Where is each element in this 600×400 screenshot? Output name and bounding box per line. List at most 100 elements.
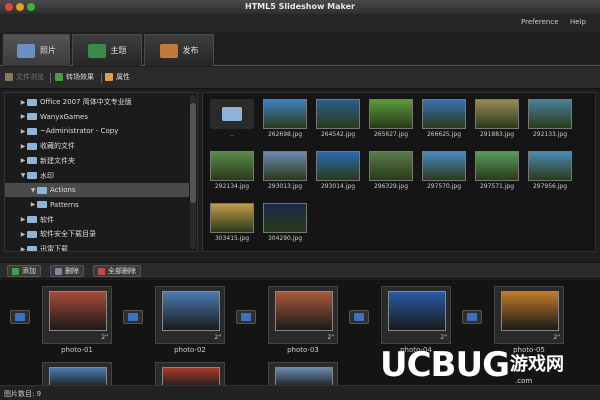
tree-item[interactable]: ▶ Office 2007 简体中文专业版 xyxy=(5,95,189,109)
photo-thumbnail[interactable]: 292133.jpg xyxy=(526,97,574,139)
slide-image xyxy=(275,291,333,331)
tree-item[interactable]: ▶ 迅雷下载 xyxy=(5,242,189,252)
slide-duration[interactable]: 2" xyxy=(214,334,221,341)
expand-arrow-icon[interactable]: ▶ xyxy=(19,143,27,150)
delete-all-button[interactable]: 全部删除 xyxy=(93,265,141,277)
parent-folder-item[interactable]: .. xyxy=(208,97,256,139)
transition-button[interactable] xyxy=(462,310,482,324)
properties-button[interactable]: 属性 xyxy=(105,72,130,82)
browse-files-button[interactable]: 文件浏览 xyxy=(5,72,44,82)
expand-arrow-icon[interactable]: ▶ xyxy=(19,231,27,238)
expand-arrow-icon[interactable]: ▶ xyxy=(29,201,37,208)
folder-icon xyxy=(27,113,37,121)
photo-image xyxy=(263,203,307,233)
photo-thumbnail[interactable]: 303415.jpg xyxy=(208,201,256,243)
storyboard-slide[interactable]: 2" xyxy=(494,286,564,344)
tree-item[interactable]: ▶ WanyxGames xyxy=(5,110,189,124)
photo-image xyxy=(422,99,466,129)
slide-duration[interactable]: 2" xyxy=(327,334,334,341)
tree-item[interactable]: ▶ 新建文件夹 xyxy=(5,154,189,168)
photo-thumbnail[interactable]: 264542.jpg xyxy=(314,97,362,139)
expand-arrow-icon[interactable]: ▶ xyxy=(19,128,27,135)
menu-help[interactable]: Help xyxy=(570,18,586,26)
storyboard-slide[interactable] xyxy=(155,362,225,385)
menu-preference[interactable]: Preference xyxy=(521,18,559,26)
tab-themes[interactable]: 主题 xyxy=(72,34,142,66)
tree-item-label: WanyxGames xyxy=(40,112,88,121)
photo-thumbnail[interactable]: 265627.jpg xyxy=(367,97,415,139)
photo-thumbnail[interactable]: 296329.jpg xyxy=(367,149,415,191)
site-watermark-cn: 游戏网 xyxy=(510,354,564,375)
slide-image xyxy=(162,291,220,331)
status-bar: 图片数目: 9 xyxy=(0,385,600,400)
tab-publish[interactable]: 发布 xyxy=(144,34,214,66)
transition-icon xyxy=(354,313,364,321)
photo-image xyxy=(263,151,307,181)
photo-filename: 296329.jpg xyxy=(373,183,409,190)
photo-filename: 297571.jpg xyxy=(479,183,515,190)
delete-button[interactable]: 删除 xyxy=(50,265,84,277)
tree-item-label: 软件 xyxy=(40,215,54,224)
tree-item-label: 水印 xyxy=(40,171,54,180)
themes-icon xyxy=(87,43,106,58)
storyboard-slide[interactable]: 2" xyxy=(42,286,112,344)
slide-duration[interactable]: 2" xyxy=(101,334,108,341)
photo-thumbnail[interactable]: 266625.jpg xyxy=(420,97,468,139)
photo-thumbnail[interactable]: 297570.jpg xyxy=(420,149,468,191)
tree-scrollbar-thumb[interactable] xyxy=(190,103,196,203)
delete-icon xyxy=(55,267,62,275)
expand-arrow-icon[interactable]: ▶ xyxy=(19,246,27,252)
tree-item[interactable]: ▶ 收藏的文件 xyxy=(5,139,189,153)
transition-button[interactable] xyxy=(10,310,30,324)
transition-button[interactable] xyxy=(236,310,256,324)
photo-thumbnail[interactable]: 297956.jpg xyxy=(526,149,574,191)
tab-label: 照片 xyxy=(40,46,56,55)
storyboard-slide[interactable]: 2" xyxy=(155,286,225,344)
collapse-arrow-icon[interactable]: ▼ xyxy=(29,187,37,194)
add-icon xyxy=(12,267,19,275)
tree-item[interactable]: ▼ 水印 xyxy=(5,169,189,183)
tree-item-label: 新建文件夹 xyxy=(40,156,75,165)
transition-effects-button[interactable]: 转场效果 xyxy=(55,72,94,82)
tab-photos[interactable]: 照片 xyxy=(3,34,70,66)
expand-arrow-icon[interactable]: ▶ xyxy=(19,216,27,223)
tree-item[interactable]: ▼ Actions xyxy=(5,183,189,198)
slide-duration[interactable]: 2" xyxy=(440,334,447,341)
photo-thumbnail[interactable]: 304290.jpg xyxy=(261,201,309,243)
expand-arrow-icon[interactable]: ▶ xyxy=(19,157,27,164)
photo-thumbnail[interactable]: 292134.jpg xyxy=(208,149,256,191)
photo-count: 图片数目: 9 xyxy=(4,390,42,398)
expand-arrow-icon[interactable]: ▶ xyxy=(19,99,27,106)
photo-thumbnail[interactable]: 293013.jpg xyxy=(261,149,309,191)
photo-thumbnail[interactable]: 262698.jpg xyxy=(261,97,309,139)
tree-item-label: Patterns xyxy=(50,200,79,209)
toolbar-divider xyxy=(101,73,102,83)
photo-thumbnail[interactable]: 293014.jpg xyxy=(314,149,362,191)
photo-thumbnail[interactable]: 297571.jpg xyxy=(473,149,521,191)
tree-item[interactable]: ▶ ~Administrator - Copy xyxy=(5,124,189,138)
photo-filename: 304290.jpg xyxy=(267,235,303,242)
photo-image xyxy=(475,99,519,129)
add-button[interactable]: 添加 xyxy=(7,265,41,277)
photo-image xyxy=(528,99,572,129)
transition-button[interactable] xyxy=(123,310,143,324)
tree-item[interactable]: ▶ 软件 xyxy=(5,213,189,227)
storyboard-slide[interactable]: 2" xyxy=(268,286,338,344)
storyboard-slide[interactable] xyxy=(268,362,338,385)
tree-item[interactable]: ▶ Patterns xyxy=(5,198,189,212)
transition-button[interactable] xyxy=(349,310,369,324)
photo-image xyxy=(369,151,413,181)
folder-icon xyxy=(27,216,37,224)
title-bar: HTML5 Slideshow Maker xyxy=(0,0,600,14)
expand-arrow-icon[interactable]: ▶ xyxy=(19,113,27,120)
folder-icon xyxy=(27,172,37,179)
photo-thumbnail[interactable]: 291883.jpg xyxy=(473,97,521,139)
collapse-arrow-icon[interactable]: ▼ xyxy=(19,172,27,179)
photo-filename: 303415.jpg xyxy=(214,235,250,242)
storyboard-slide[interactable]: 2" xyxy=(381,286,451,344)
folder-icon xyxy=(27,157,37,165)
slide-duration[interactable]: 2" xyxy=(553,334,560,341)
storyboard-slide[interactable] xyxy=(42,362,112,385)
folder-icon xyxy=(27,127,37,135)
tree-item[interactable]: ▶ 软件安全下载目录 xyxy=(5,227,189,241)
